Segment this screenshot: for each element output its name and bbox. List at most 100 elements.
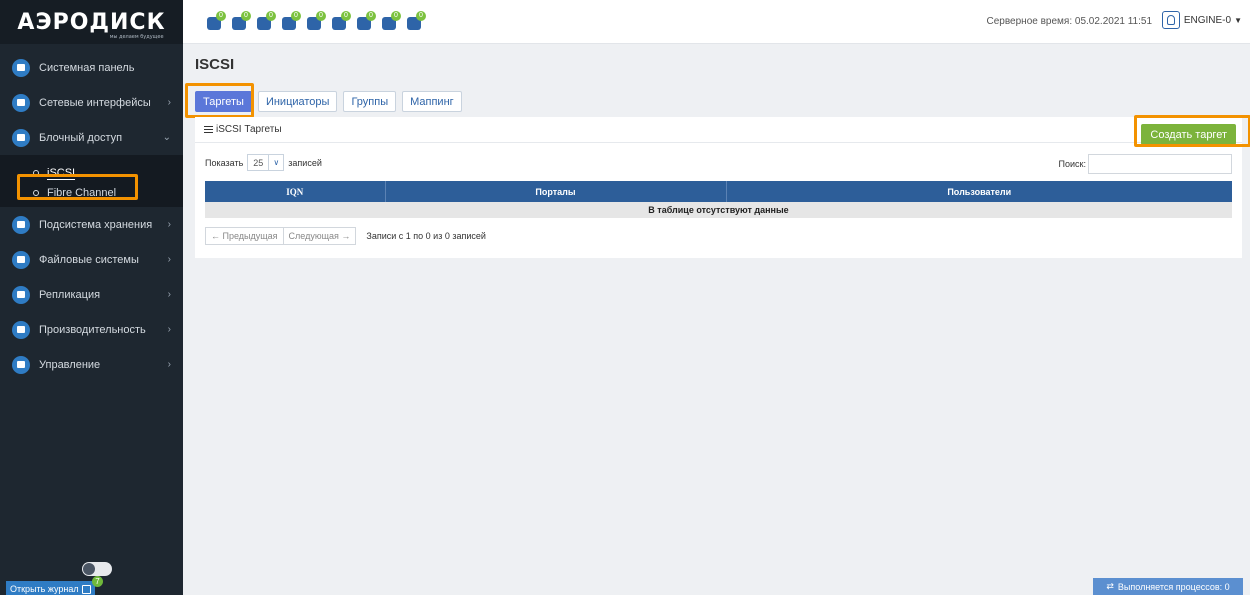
sidebar-item-replication[interactable]: Репликация ›	[0, 277, 183, 312]
empty-table-message: В таблице отсутствуют данные	[205, 202, 1232, 218]
processes-status[interactable]: ⇄ Выполняется процессов: 0	[1093, 578, 1243, 595]
panel-header: iSCSI Таргеты	[195, 117, 1242, 143]
status-badge: 0	[341, 11, 351, 21]
management-icon	[12, 355, 30, 374]
journal-label: Открыть журнал	[10, 584, 79, 594]
search-control: Поиск:	[1059, 154, 1232, 174]
tab-initiators[interactable]: Инициаторы	[257, 91, 338, 112]
pagination: ← Предыдущая Следующая → Записи с 1 по 0…	[205, 227, 486, 245]
performance-icon	[12, 320, 30, 339]
search-label: Поиск:	[1058, 159, 1086, 169]
status-badge: 0	[291, 11, 301, 21]
chevron-right-icon: ›	[167, 254, 171, 265]
targets-panel: iSCSI Таргеты Создать таргет Показать 25…	[195, 117, 1242, 258]
storage-icon	[12, 215, 30, 234]
show-label: Показать	[205, 157, 244, 168]
table-row: В таблице отсутствуют данные	[205, 202, 1232, 218]
panel-title: iSCSI Таргеты	[216, 124, 282, 135]
clipboard-icon	[81, 584, 91, 594]
controller-status-icon[interactable]: 0	[232, 11, 251, 31]
user-menu[interactable]: ENGINE-0 ▼	[1161, 11, 1242, 29]
sidebar-item-network[interactable]: Сетевые интерфейсы ›	[0, 85, 183, 120]
user-name: ENGINE-0	[1183, 14, 1232, 26]
dashboard-icon	[12, 58, 30, 77]
sidebar-item-label: Подсистема хранения	[39, 218, 153, 231]
chevron-right-icon: ›	[167, 219, 171, 230]
status-badge: 0	[416, 11, 426, 21]
temperature-status-icon[interactable]: 0	[357, 11, 376, 31]
page-size-value: 25	[253, 157, 264, 168]
chevron-down-icon: ⌄	[162, 132, 171, 143]
chevron-down-icon: ∨	[268, 155, 283, 170]
status-badge: 0	[391, 11, 401, 21]
sidebar-item-label: Системная панель	[39, 61, 135, 74]
column-header-users[interactable]: Пользователи	[726, 181, 1232, 202]
open-journal-button[interactable]: Открыть журнал	[6, 581, 95, 595]
logo-wordmark: АЭРОДИСК	[17, 9, 166, 35]
processes-icon: ⇄	[1106, 581, 1114, 591]
records-label: записей	[288, 157, 322, 168]
toggle-knob	[83, 563, 95, 575]
tab-groups[interactable]: Группы	[343, 91, 397, 112]
logo-text: АЭРОДИСК мы делаем будущее	[17, 9, 166, 40]
replication-icon	[12, 285, 30, 304]
sidebar-item-filesystems[interactable]: Файловые системы ›	[0, 242, 183, 277]
sidebar-item-label: Репликация	[39, 288, 101, 301]
status-badge: 0	[316, 11, 326, 21]
page-size-select[interactable]: 25 ∨	[247, 154, 285, 171]
server-time: Серверное время: 05.02.2021 11:51	[986, 16, 1152, 27]
network-status-icon[interactable]: 0	[282, 11, 301, 31]
sidebar-item-management[interactable]: Управление ›	[0, 347, 183, 382]
memory-status-icon[interactable]: 0	[382, 11, 401, 31]
table-header-row: IQN Порталы Пользователи	[205, 181, 1232, 202]
top-bar: 0 0 0 0 0 0 0 0 0 Серверное время: 05.02…	[183, 0, 1250, 44]
tab-mapping[interactable]: Маппинг	[402, 91, 462, 112]
highlight-fibre-channel	[17, 174, 138, 200]
next-page-button[interactable]: Следующая →	[283, 227, 357, 245]
status-badge: 0	[366, 11, 376, 21]
cpu-status-icon[interactable]: 0	[307, 11, 326, 31]
chevron-right-icon: ›	[167, 97, 171, 108]
sidebar-item-label: Сетевые интерфейсы	[39, 96, 151, 109]
sidebar-item-storage[interactable]: Подсистема хранения ›	[0, 207, 183, 242]
network-icon	[12, 93, 30, 112]
sidebar-item-label: Файловые системы	[39, 253, 139, 266]
caret-down-icon: ▼	[1234, 15, 1242, 25]
status-badge: 0	[216, 11, 226, 21]
filesystem-icon	[12, 250, 30, 269]
fan-status-icon[interactable]: 0	[332, 11, 351, 31]
journal-count-badge: 7	[92, 576, 103, 587]
sidebar-item-dashboard[interactable]: Системная панель	[0, 50, 183, 85]
targets-table: IQN Порталы Пользователи В таблице отсут…	[205, 181, 1232, 218]
sidebar-item-label: Блочный доступ	[39, 131, 123, 144]
sidebar-item-performance[interactable]: Производительность ›	[0, 312, 183, 347]
storage-status-icon[interactable]: 0	[207, 11, 226, 31]
highlight-targets-tab	[185, 83, 254, 118]
status-badge: 0	[266, 11, 276, 21]
status-icons: 0 0 0 0 0 0 0 0 0	[207, 11, 426, 31]
column-header-iqn[interactable]: IQN	[205, 181, 386, 202]
logo-tagline: мы делаем будущее	[109, 33, 164, 40]
column-header-portals[interactable]: Порталы	[385, 181, 727, 202]
disk-status-icon[interactable]: 0	[407, 11, 426, 31]
chevron-right-icon: ›	[167, 324, 171, 335]
processes-label: Выполняется процессов: 0	[1117, 581, 1230, 592]
status-badge: 0	[241, 11, 251, 21]
chevron-right-icon: ›	[167, 359, 171, 370]
user-icon	[1161, 11, 1180, 29]
list-icon	[204, 124, 213, 135]
page-size-control: Показать 25 ∨ записей	[205, 154, 322, 171]
switch-status-icon[interactable]: 0	[257, 11, 276, 31]
theme-toggle[interactable]	[82, 562, 112, 576]
previous-page-button[interactable]: ← Предыдущая	[205, 227, 284, 245]
sidebar-item-label: Производительность	[39, 323, 146, 336]
block-access-icon	[12, 128, 30, 147]
page-title: ISCSI	[195, 56, 235, 73]
sidebar-item-block-access[interactable]: Блочный доступ ⌄	[0, 120, 183, 155]
search-input[interactable]	[1088, 154, 1232, 174]
records-info: Записи с 1 по 0 из 0 записей	[366, 231, 486, 241]
highlight-create-target	[1134, 115, 1250, 147]
logo[interactable]: АЭРОДИСК мы делаем будущее	[0, 0, 183, 44]
chevron-right-icon: ›	[167, 289, 171, 300]
sidebar: АЭРОДИСК мы делаем будущее Системная пан…	[0, 0, 183, 595]
